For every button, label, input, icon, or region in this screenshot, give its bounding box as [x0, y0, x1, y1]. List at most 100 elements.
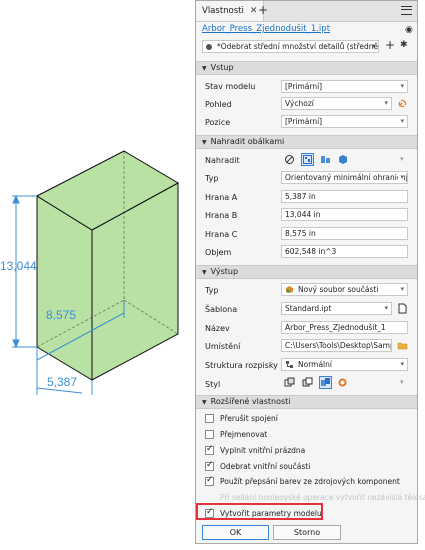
rename-checkbox[interactable]: [205, 430, 214, 439]
section-output-title: Výstup: [210, 267, 239, 276]
dimension-width-label: 5,387: [47, 375, 77, 389]
location-label: Umístění: [205, 342, 241, 351]
location-field[interactable]: C:\Users\Tools\Desktop\Samples: [281, 339, 392, 352]
edge-b-value: 13,044 in: [285, 210, 321, 219]
none-icon[interactable]: [284, 154, 295, 165]
simplification-row: *Odebrat střední množství detailů (střed…: [202, 38, 412, 54]
chevron-down-icon: ▾: [371, 42, 375, 50]
edge-c-value: 8,575 in: [285, 229, 316, 238]
volume-label: Objem: [205, 248, 232, 257]
add-preset-icon[interactable]: +: [385, 38, 395, 52]
file-link[interactable]: Arbor_Press_Zjednodušit_1.ipt: [202, 24, 330, 34]
model-state-label: Stav modelu: [205, 82, 256, 91]
remove-internal-parts-label: Odebrat vnitřní součásti: [220, 462, 311, 471]
output-type-dropdown[interactable]: Nový soubor součásti ▾: [281, 283, 408, 296]
panel-titlebar: Vlastnosti ✕ +: [196, 1, 417, 22]
file-row: Arbor_Press_Zjednodušit_1.ipt: [202, 24, 402, 38]
edge-a-field[interactable]: 5,387 in: [281, 190, 408, 203]
envelope-type-label: Typ: [205, 174, 219, 183]
collapse-triangle-icon: ▼: [202, 399, 207, 406]
chevron-down-icon: ▾: [382, 303, 388, 314]
section-output-header[interactable]: ▼ Výstup: [196, 265, 417, 279]
color-override-checkbox[interactable]: [205, 475, 214, 486]
volume-field: 602,548 in^3: [281, 245, 408, 258]
collapse-triangle-icon: ▼: [202, 65, 207, 72]
edge-b-field[interactable]: 13,044 in: [281, 208, 408, 221]
edge-c-label: Hrana C: [205, 230, 238, 239]
solid-body-icon[interactable]: [302, 377, 313, 388]
surface-icon[interactable]: [337, 377, 348, 388]
menu-icon[interactable]: [401, 6, 412, 15]
visibility-eye-icon[interactable]: ◉: [405, 25, 413, 35]
envelope-type-value: Orientovaný minimální ohraničujíc: [285, 173, 408, 182]
cancel-button[interactable]: Storno: [273, 525, 341, 540]
highlight-frame: [196, 503, 323, 520]
rename-label: Přejmenovat: [220, 430, 268, 439]
tab-title: Vlastnosti: [202, 6, 244, 16]
section-input-header[interactable]: ▼ Vstup: [196, 61, 417, 75]
multi-solid-icon[interactable]: [319, 376, 332, 389]
remove-internal-parts-checkbox[interactable]: [205, 460, 214, 471]
template-value: Standard.ipt: [285, 304, 332, 313]
chevron-down-icon: ▾: [400, 378, 404, 386]
collapse-triangle-icon: ▼: [202, 269, 207, 276]
collapse-triangle-icon: ▼: [202, 139, 207, 146]
output-type-value: Nový soubor součásti: [298, 285, 379, 294]
chevron-down-icon: ▾: [398, 284, 404, 295]
envelope-all-icon[interactable]: [301, 153, 314, 166]
fill-voids-label: Vyplnit vnitřní prázdna: [220, 446, 306, 455]
section-advanced-title: Rozšířené vlastnosti: [210, 397, 291, 406]
name-field[interactable]: Arbor_Press_Zjednodušit_1: [281, 321, 408, 334]
dimension-height-label: 13,044: [0, 259, 37, 273]
chevron-down-icon: ▾: [398, 172, 404, 183]
simplification-preset-dropdown[interactable]: *Odebrat střední množství detailů (střed…: [202, 40, 379, 53]
bom-structure-value: Normální: [298, 360, 332, 369]
name-value: Arbor_Press_Zjednodušit_1: [285, 323, 386, 332]
model-state-dropdown[interactable]: [Primární] ▾: [281, 80, 408, 93]
section-advanced-header[interactable]: ▼ Rozšířené vlastnosti: [196, 395, 417, 409]
template-label: Šablona: [205, 305, 238, 314]
bom-structure-dropdown[interactable]: Normální ▾: [281, 358, 408, 371]
break-link-checkbox[interactable]: [205, 414, 214, 423]
envelope-type-dropdown[interactable]: Orientovaný minimální ohraničujíc ▾: [281, 171, 408, 184]
gear-icon[interactable]: ✱: [400, 40, 408, 50]
ok-button[interactable]: OK: [202, 525, 269, 540]
folder-icon[interactable]: [397, 340, 408, 351]
single-solid-icon[interactable]: [284, 377, 295, 388]
preset-icon: [206, 44, 212, 50]
link-icon[interactable]: [397, 98, 408, 109]
document-icon[interactable]: [397, 303, 408, 314]
section-envelopes-header[interactable]: ▼ Nahradit obálkami: [196, 135, 417, 149]
style-label: Styl: [205, 380, 221, 389]
position-label: Pozice: [205, 118, 231, 127]
location-value: C:\Users\Tools\Desktop\Samples: [285, 341, 391, 350]
name-label: Název: [205, 324, 230, 333]
edge-a-value: 5,387 in: [285, 192, 316, 201]
chevron-down-icon: ▾: [382, 98, 388, 109]
template-dropdown[interactable]: Standard.ipt ▾: [281, 302, 392, 315]
position-value: [Primární]: [285, 117, 323, 126]
color-override-label: Použít přepsání barev ze zdrojových komp…: [220, 477, 400, 486]
cube-icon[interactable]: [337, 154, 348, 165]
view-dropdown[interactable]: Výchozí ▾: [281, 97, 392, 110]
chevron-down-icon: ▾: [398, 81, 404, 92]
graphics-viewport[interactable]: 13,044 8,575 5,387: [0, 0, 195, 550]
close-tab-icon[interactable]: ✕: [250, 6, 258, 16]
tab-properties[interactable]: Vlastnosti ✕: [196, 1, 265, 21]
section-envelopes-title: Nahradit obálkami: [210, 137, 285, 146]
chevron-down-icon: ▾: [400, 155, 404, 163]
chevron-down-icon: ▾: [398, 359, 404, 370]
replace-label: Nahradit: [205, 156, 240, 165]
envelope-each-icon[interactable]: [320, 154, 331, 165]
position-dropdown[interactable]: [Primární] ▾: [281, 115, 408, 128]
fill-voids-checkbox[interactable]: [205, 444, 214, 455]
envelope-box-drawing: 13,044 8,575 5,387: [0, 150, 180, 395]
structure-icon: [286, 361, 293, 368]
edge-c-field[interactable]: 8,575 in: [281, 227, 408, 240]
chevron-down-icon: ▾: [398, 116, 404, 127]
volume-value: 602,548 in^3: [285, 247, 337, 256]
model-state-value: [Primární]: [285, 82, 323, 91]
new-part-icon: [286, 286, 293, 293]
edge-a-label: Hrana A: [205, 193, 238, 202]
add-tab-icon[interactable]: +: [258, 3, 268, 17]
